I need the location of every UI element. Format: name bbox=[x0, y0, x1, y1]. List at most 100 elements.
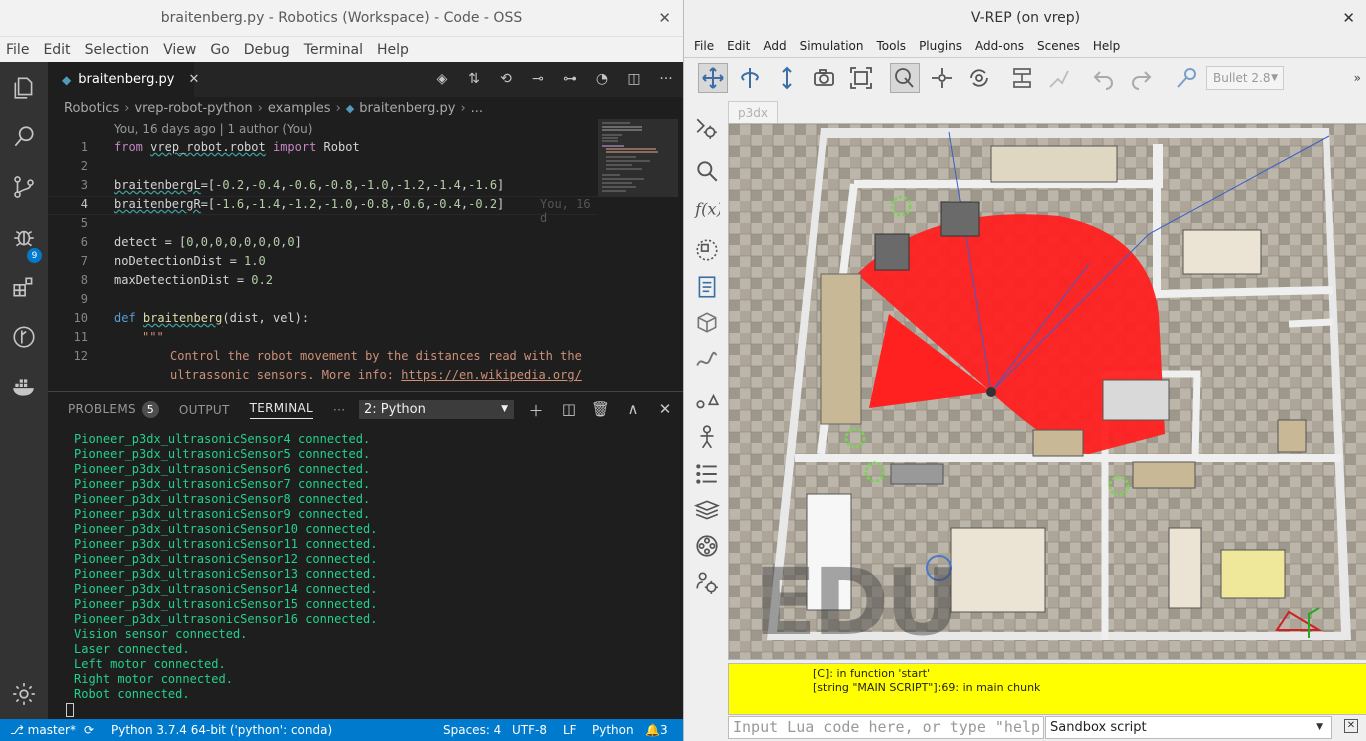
file-document-icon[interactable] bbox=[692, 272, 722, 302]
breadcrumb-item[interactable]: ... bbox=[471, 101, 483, 116]
camera-angle-icon[interactable] bbox=[809, 63, 839, 93]
tab-problems[interactable]: PROBLEMS 5 bbox=[68, 401, 159, 418]
fit-to-view-icon[interactable] bbox=[846, 63, 876, 93]
terminal-select[interactable]: 2: Python ▼ bbox=[359, 400, 514, 419]
camera-pan-icon[interactable] bbox=[698, 63, 728, 93]
scene-tab-p3dx[interactable]: p3dx bbox=[728, 101, 778, 123]
tab-terminal[interactable]: TERMINAL bbox=[249, 401, 314, 419]
console-close-icon[interactable]: ✕ bbox=[1344, 719, 1358, 733]
video-recorder-icon[interactable] bbox=[692, 531, 722, 561]
source-control-icon[interactable] bbox=[8, 171, 40, 203]
redo-icon[interactable] bbox=[1126, 63, 1156, 93]
menu-edit[interactable]: Edit bbox=[43, 42, 70, 58]
vrep-menu-file[interactable]: File bbox=[694, 39, 714, 53]
tab-braitenberg-py[interactable]: ◆ braitenberg.py ✕ bbox=[48, 62, 199, 97]
git-graph-icon[interactable] bbox=[8, 321, 40, 353]
gitlens-icon[interactable]: ◔ bbox=[593, 70, 611, 88]
history-icon[interactable]: ⟲ bbox=[497, 70, 515, 88]
settings-gear-icon[interactable] bbox=[8, 678, 40, 710]
scene-hierarchy-icon[interactable] bbox=[692, 235, 722, 265]
vrep-close-icon[interactable]: ✕ bbox=[1342, 9, 1355, 27]
maximize-panel-icon[interactable]: ∧ bbox=[624, 400, 642, 418]
assemble-icon[interactable] bbox=[1007, 63, 1037, 93]
list-icon[interactable] bbox=[692, 459, 722, 489]
menu-terminal[interactable]: Terminal bbox=[304, 42, 363, 58]
vrep-menu-help[interactable]: Help bbox=[1093, 39, 1120, 53]
debug-icon[interactable] bbox=[8, 221, 40, 253]
code-editor[interactable]: You, 16 days ago | 1 author (You) 1 2 3 … bbox=[48, 119, 598, 391]
lua-command-input[interactable]: Input Lua code here, or type "help()" (u… bbox=[728, 716, 1044, 739]
eol-status[interactable]: LF bbox=[563, 723, 577, 737]
branch-indicator[interactable]: ⎇ master* bbox=[10, 723, 76, 737]
tab-output[interactable]: OUTPUT bbox=[179, 403, 230, 417]
selection-tools-icon[interactable] bbox=[692, 385, 722, 415]
menu-help[interactable]: Help bbox=[377, 42, 409, 58]
docstring-link[interactable]: https://en.wikipedia.org/ bbox=[401, 368, 582, 382]
line-number: 6 bbox=[80, 235, 88, 249]
vscode-close-icon[interactable]: ✕ bbox=[658, 9, 671, 27]
breadcrumb-item[interactable]: braitenberg.py bbox=[359, 101, 455, 116]
menu-selection[interactable]: Selection bbox=[85, 42, 150, 58]
scene-viewport[interactable]: EDU bbox=[728, 123, 1366, 660]
split-editor-icon[interactable]: ◫ bbox=[625, 70, 643, 88]
shape-edit-icon[interactable] bbox=[692, 307, 722, 337]
dynamics-toggle-icon[interactable] bbox=[1172, 63, 1202, 93]
object-shift-icon[interactable] bbox=[927, 63, 957, 93]
open-changes-icon[interactable]: ◈ bbox=[433, 70, 451, 88]
breadcrumb-item[interactable]: Robotics bbox=[64, 101, 119, 116]
vrep-menu-addons[interactable]: Add-ons bbox=[975, 39, 1024, 53]
script-context-select[interactable]: Sandbox script ▼ bbox=[1045, 716, 1332, 739]
console-line: [C]: in function 'start' bbox=[813, 667, 931, 680]
breadcrumb-item[interactable]: vrep-robot-python bbox=[134, 101, 252, 116]
codelens-authors[interactable]: You, 16 days ago | 1 author (You) bbox=[114, 122, 312, 136]
sync-icon[interactable]: ⟳ bbox=[84, 723, 94, 737]
indentation-status[interactable]: Spaces: 4 bbox=[443, 723, 501, 737]
new-terminal-icon[interactable]: ＋ bbox=[527, 400, 545, 421]
kill-terminal-icon[interactable]: 🗑 bbox=[591, 400, 610, 418]
menu-file[interactable]: File bbox=[6, 42, 29, 58]
physics-engine-select[interactable]: Bullet 2.8 ▼ bbox=[1206, 66, 1284, 90]
language-mode[interactable]: Python bbox=[592, 723, 634, 737]
user-settings-icon[interactable] bbox=[692, 568, 722, 598]
compare-icon[interactable]: ⇅ bbox=[465, 70, 483, 88]
explorer-icon[interactable] bbox=[8, 72, 40, 104]
layers-icon[interactable] bbox=[692, 495, 722, 525]
python-interpreter[interactable]: Python 3.7.4 64-bit ('python': conda) bbox=[111, 723, 332, 737]
minimap[interactable] bbox=[598, 119, 678, 391]
split-terminal-icon[interactable]: ◫ bbox=[560, 400, 578, 418]
transfer-dna-icon[interactable] bbox=[1044, 63, 1074, 93]
docker-icon[interactable] bbox=[8, 371, 40, 403]
camera-shift-icon[interactable] bbox=[772, 63, 802, 93]
undo-icon[interactable] bbox=[1089, 63, 1119, 93]
vrep-menu-add[interactable]: Add bbox=[763, 39, 786, 53]
breadcrumb-item[interactable]: examples bbox=[268, 101, 331, 116]
close-panel-icon[interactable]: ✕ bbox=[656, 400, 674, 418]
search-icon[interactable] bbox=[8, 121, 40, 153]
more-actions-icon[interactable]: ··· bbox=[657, 70, 675, 88]
model-browser-icon[interactable] bbox=[692, 156, 722, 186]
vrep-menu-edit[interactable]: Edit bbox=[727, 39, 750, 53]
tab-close-icon[interactable]: ✕ bbox=[188, 72, 199, 87]
terminal-output[interactable]: Pioneer_p3dx_ultrasonicSensor4 connected… bbox=[74, 432, 377, 702]
object-rotate-icon[interactable] bbox=[964, 63, 994, 93]
previous-change-icon[interactable]: ⊸ bbox=[529, 70, 547, 88]
menu-debug[interactable]: Debug bbox=[244, 42, 290, 58]
vrep-menu-tools[interactable]: Tools bbox=[877, 39, 907, 53]
path-edit-icon[interactable] bbox=[692, 344, 722, 374]
encoding-status[interactable]: UTF-8 bbox=[512, 723, 547, 737]
robot-icon[interactable] bbox=[692, 422, 722, 452]
notifications[interactable]: 🔔3 bbox=[645, 723, 668, 737]
simulation-settings-icon[interactable] bbox=[692, 114, 722, 144]
panel-more-icon[interactable]: ··· bbox=[333, 403, 345, 417]
vrep-menu-plugins[interactable]: Plugins bbox=[919, 39, 962, 53]
menu-go[interactable]: Go bbox=[210, 42, 229, 58]
extensions-icon[interactable] bbox=[8, 271, 40, 303]
toolbar-overflow-icon[interactable]: » bbox=[1354, 71, 1361, 85]
menu-view[interactable]: View bbox=[163, 42, 196, 58]
next-change-icon[interactable]: ⊶ bbox=[561, 70, 579, 88]
camera-rotate-icon[interactable] bbox=[735, 63, 765, 93]
vrep-menu-simulation[interactable]: Simulation bbox=[800, 39, 864, 53]
click-selection-icon[interactable] bbox=[890, 63, 920, 93]
calc-module-icon[interactable]: f(x) bbox=[692, 193, 722, 223]
vrep-menu-scenes[interactable]: Scenes bbox=[1037, 39, 1080, 53]
